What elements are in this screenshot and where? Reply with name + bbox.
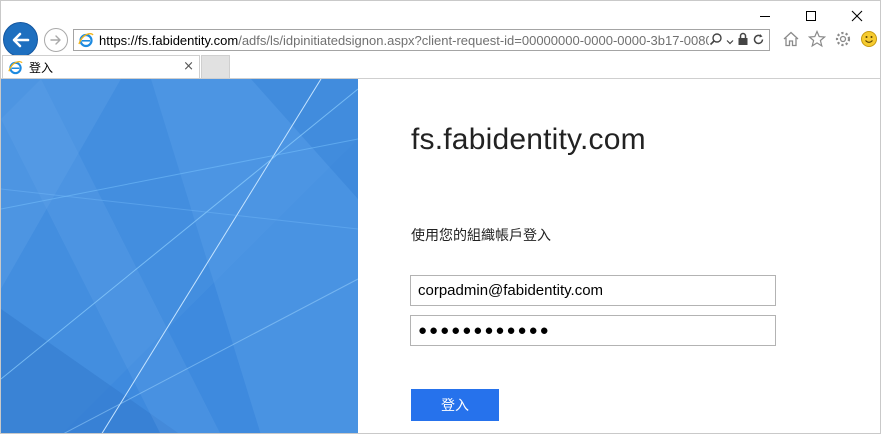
tab-close-button[interactable]: × [183,59,194,74]
minimize-icon [760,16,770,17]
close-icon [851,10,863,22]
tab-active[interactable]: 登入 × [2,55,200,78]
forward-button[interactable] [44,28,68,52]
window-controls [742,1,880,31]
search-icon[interactable] [709,31,723,50]
address-bar[interactable]: https://fs.fabidentity.com/adfs/ls/idpin… [73,29,770,51]
favorites-button[interactable] [807,29,827,49]
sign-in-panel: fs.fabidentity.com 使用您的組織帳戶登入 corpadmin@… [358,79,880,433]
url-path: /adfs/ls/idpinitiatedsignon.aspx?client-… [238,32,709,48]
home-button[interactable] [781,29,801,49]
browser-window: https://fs.fabidentity.com/adfs/ls/idpin… [0,0,881,434]
sign-in-button[interactable]: 登入 [411,389,499,421]
close-window-button[interactable] [834,1,880,31]
browser-toolbar [781,29,879,49]
ie-tab-icon [8,60,23,75]
arrow-left-icon [12,32,29,47]
feedback-button[interactable] [859,29,879,49]
new-tab-button[interactable] [201,55,230,78]
home-icon [783,31,799,47]
maximize-icon [806,11,816,21]
smiley-icon [861,31,877,47]
star-icon [808,30,826,48]
arrow-right-icon [50,35,61,45]
tab-title: 登入 [29,60,54,75]
minimize-button[interactable] [742,1,788,31]
email-field[interactable]: corpadmin@fabidentity.com [410,275,776,306]
url-host: https://fs.fabidentity.com [99,32,239,48]
refresh-icon[interactable] [752,31,765,50]
page-title: fs.fabidentity.com [411,123,646,156]
sign-in-prompt: 使用您的組織帳戶登入 [411,228,551,244]
back-button[interactable] [3,22,38,57]
gear-icon [835,31,851,47]
lock-icon[interactable] [737,31,749,50]
password-field[interactable]: ●●●●●●●●●●●● [410,315,776,346]
maximize-button[interactable] [788,1,834,31]
ie-logo-icon [77,31,95,49]
brand-illustration [1,79,358,433]
settings-button[interactable] [833,29,853,49]
dropdown-arrow-icon[interactable] [726,31,734,50]
url-text[interactable]: https://fs.fabidentity.com/adfs/ls/idpin… [95,33,709,48]
address-tools [709,31,769,50]
tab-bar: 登入 × [1,55,880,79]
abstract-background-graphic [1,79,358,433]
